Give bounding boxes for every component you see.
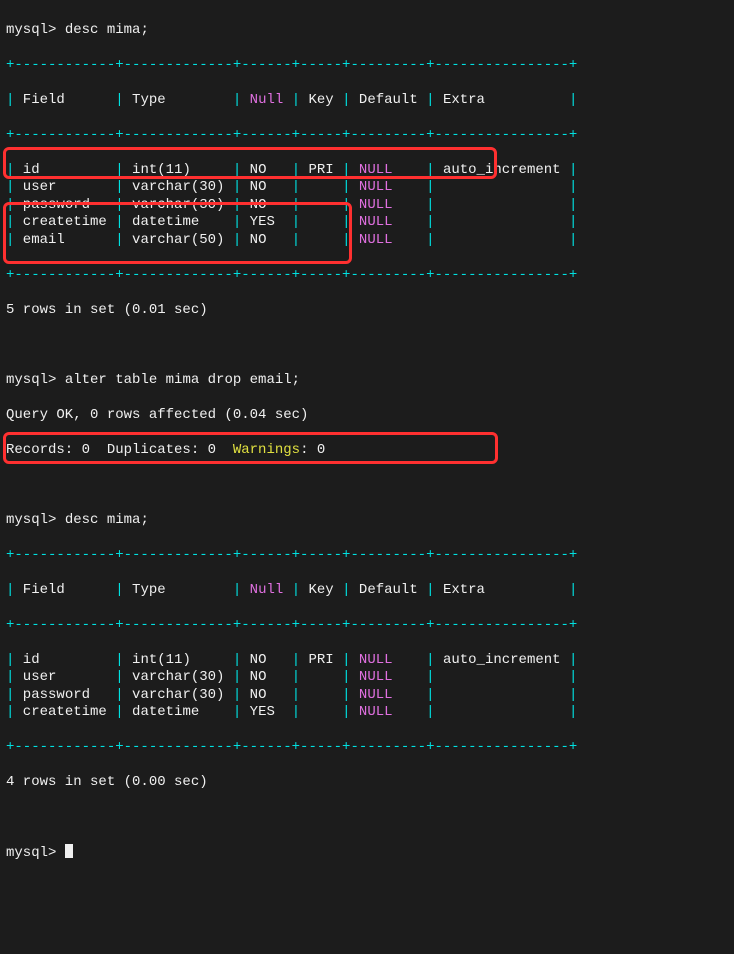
- table-row: | email | varchar(50) | NO | | NULL | |: [6, 232, 728, 250]
- table-footer: 4 rows in set (0.00 sec): [6, 774, 728, 792]
- cmd-line-3: mysql> desc mima;: [6, 512, 728, 530]
- terminal[interactable]: mysql> desc mima; +------------+--------…: [0, 0, 734, 954]
- table-header: | Field | Type | Null | Key | Default | …: [6, 582, 728, 600]
- cmd2-result-1: Query OK, 0 rows affected (0.04 sec): [6, 407, 728, 425]
- prompt-line[interactable]: mysql>: [6, 844, 728, 863]
- cmd-line-2: mysql> alter table mima drop email;: [6, 372, 728, 390]
- table-border: +------------+-------------+------+-----…: [6, 267, 728, 285]
- table-row: | id | int(11) | NO | PRI | NULL | auto_…: [6, 162, 728, 180]
- table-header: | Field | Type | Null | Key | Default | …: [6, 92, 728, 110]
- table-row: | password | varchar(30) | NO | | NULL |…: [6, 197, 728, 215]
- blank-line: [6, 337, 728, 355]
- table-border: +------------+-------------+------+-----…: [6, 547, 728, 565]
- blank-line: [6, 809, 728, 827]
- table-footer: 5 rows in set (0.01 sec): [6, 302, 728, 320]
- table-row: | createtime | datetime | YES | | NULL |…: [6, 214, 728, 232]
- cmd2-result-2: Records: 0 Duplicates: 0 Warnings: 0: [6, 442, 728, 460]
- cursor-icon: [65, 844, 73, 858]
- table-row: | user | varchar(30) | NO | | NULL | |: [6, 179, 728, 197]
- table-border: +------------+-------------+------+-----…: [6, 127, 728, 145]
- table-row: | id | int(11) | NO | PRI | NULL | auto_…: [6, 652, 728, 670]
- table-border: +------------+-------------+------+-----…: [6, 57, 728, 75]
- table-row: | user | varchar(30) | NO | | NULL | |: [6, 669, 728, 687]
- blank-line: [6, 477, 728, 495]
- table-border: +------------+-------------+------+-----…: [6, 617, 728, 635]
- table-row: | password | varchar(30) | NO | | NULL |…: [6, 687, 728, 705]
- table-row: | createtime | datetime | YES | | NULL |…: [6, 704, 728, 722]
- table-border: +------------+-------------+------+-----…: [6, 739, 728, 757]
- cmd-line-1: mysql> desc mima;: [6, 22, 728, 40]
